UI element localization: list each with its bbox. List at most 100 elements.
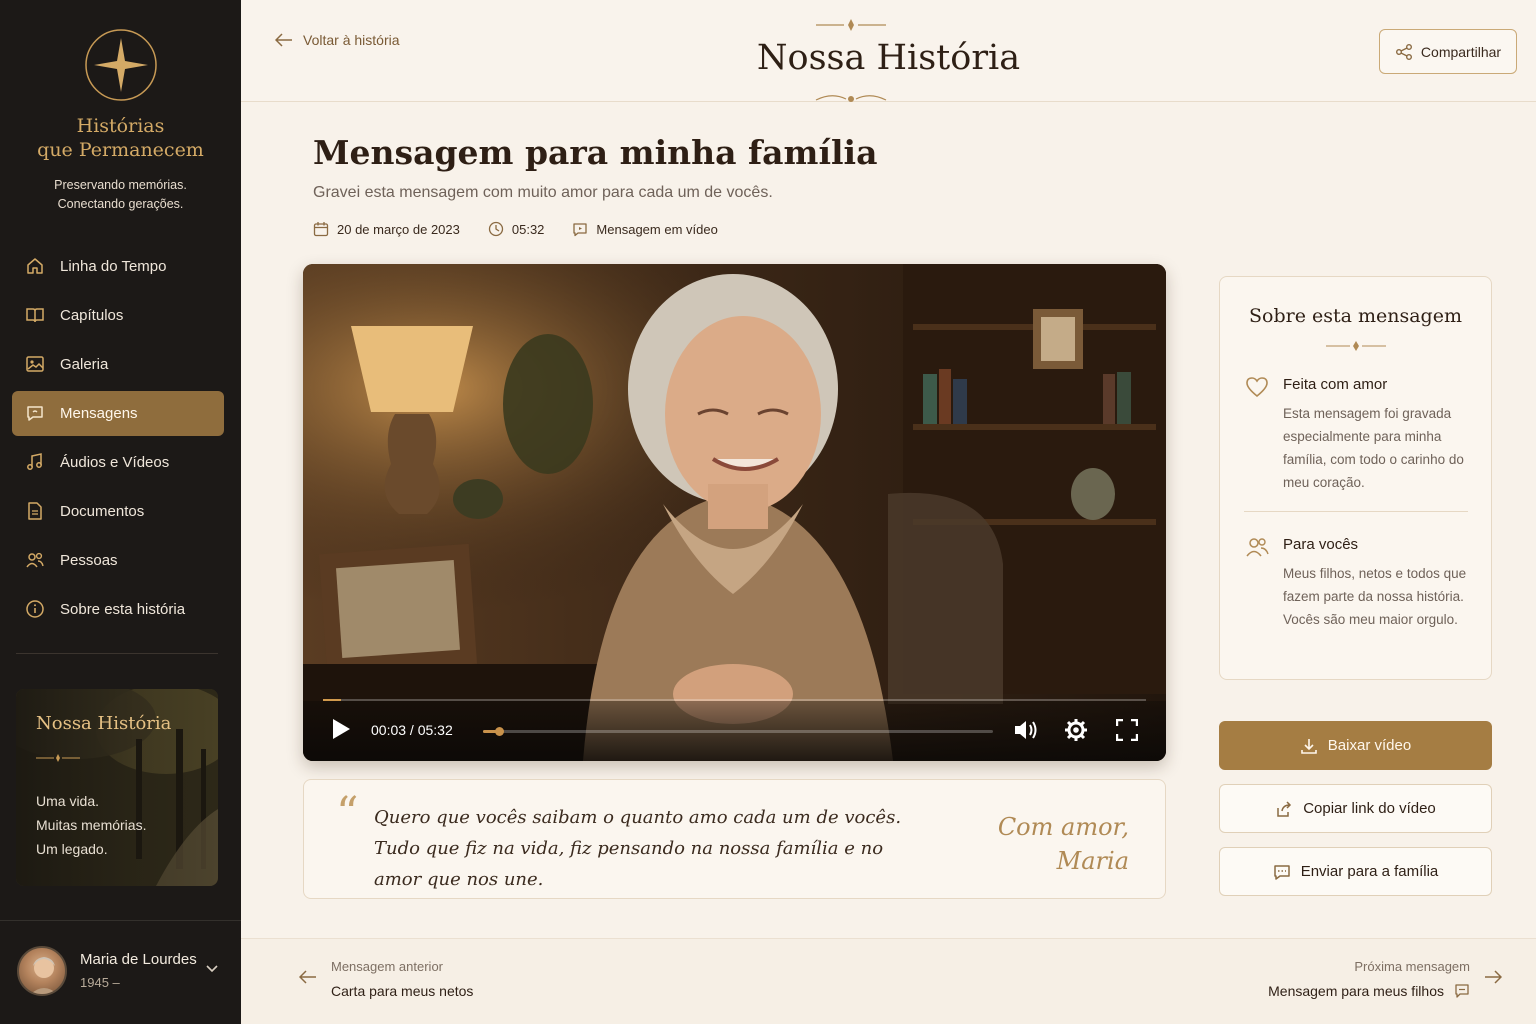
user-profile[interactable]: Maria de Lourdes 1945 – — [0, 920, 241, 1024]
share-button[interactable]: Compartilhar — [1379, 29, 1517, 74]
story-card-title: Nossa História — [36, 713, 172, 734]
video-scrubber-handle[interactable] — [495, 727, 505, 736]
ornament-bottom-icon — [815, 95, 887, 102]
copy-link-label: Copiar link do vídeo — [1303, 800, 1436, 817]
music-icon — [27, 453, 42, 470]
fullscreen-icon[interactable] — [1116, 719, 1138, 741]
about-item1-text: Esta mensagem foi gravada especialmente … — [1283, 406, 1464, 490]
header-title: Nossa História — [756, 38, 1021, 78]
quote-text: Quero que vocês saibam o quanto amo cada… — [374, 807, 902, 890]
user-years: 1945 – — [80, 975, 120, 990]
quote-signature-line1: Com amor, — [997, 813, 1129, 841]
brand-title-line2: que Permanecem — [37, 139, 204, 161]
brand-tagline-line2: Conectando gerações. — [57, 197, 184, 211]
about-item1-title: Feita com amor — [1283, 376, 1388, 393]
sidebar-item-chapters[interactable]: Capítulos — [12, 293, 224, 338]
chevron-down-icon[interactable] — [205, 964, 219, 974]
sidebar-item-people[interactable]: Pessoas — [12, 538, 224, 583]
message-icon — [27, 406, 43, 421]
video-message-icon — [573, 223, 588, 237]
video-scrubber[interactable] — [483, 727, 993, 736]
meta-type-text: Mensagem em vídeo — [596, 221, 718, 237]
calendar-icon — [313, 222, 329, 237]
info-icon — [26, 600, 44, 618]
avatar — [17, 946, 67, 996]
volume-icon[interactable] — [1013, 718, 1039, 742]
video-controls: 00:03 / 05:32 — [303, 699, 1166, 761]
meta-date: 20 de março de 2023 — [313, 221, 460, 237]
people-icon — [26, 552, 44, 568]
sidebar: Histórias que Permanecem Preservando mem… — [0, 0, 241, 1024]
sidebar-item-label: Documentos — [60, 503, 145, 520]
message-meta: 20 de março de 2023 05:32 Mensagem em ví… — [313, 221, 718, 237]
next-message-label: Próxima mensagem — [1354, 959, 1470, 974]
sidebar-item-messages[interactable]: Mensagens — [12, 391, 224, 436]
share-link-icon — [1277, 800, 1292, 817]
meta-date-text: 20 de março de 2023 — [337, 221, 460, 237]
sidebar-item-documents[interactable]: Documentos — [12, 489, 224, 534]
copy-link-button[interactable]: Copiar link do vídeo — [1219, 784, 1492, 833]
clock-icon — [488, 221, 504, 237]
home-icon — [27, 258, 43, 274]
quote-mark-icon: “ — [336, 788, 359, 839]
previous-message-label: Mensagem anterior — [331, 959, 443, 974]
meta-duration: 05:32 — [488, 221, 545, 237]
share-button-label: Compartilhar — [1420, 43, 1502, 60]
brand-tagline-line1: Preservando memórias. — [54, 178, 187, 192]
meta-type: Mensagem em vídeo — [572, 221, 718, 237]
download-video-button[interactable]: Baixar vídeo — [1219, 721, 1492, 770]
user-name: Maria de Lourdes — [80, 951, 197, 968]
sidebar-item-label: Galeria — [60, 356, 109, 373]
video-player[interactable]: 00:03 / 05:32 — [303, 264, 1166, 761]
download-icon — [1300, 738, 1317, 754]
video-frame-image — [303, 264, 1166, 761]
sidebar-item-label: Mensagens — [60, 405, 138, 422]
about-message-card: Sobre esta mensagem Feita com amor Esta … — [1219, 276, 1492, 680]
page-title: Mensagem para minha família — [313, 133, 878, 172]
sidebar-item-label: Áudios e Vídeos — [60, 454, 170, 471]
sidebar-item-label: Sobre esta história — [60, 601, 186, 618]
message-pagination: Mensagem anterior Carta para meus netos … — [241, 938, 1536, 1024]
sidebar-divider — [16, 653, 218, 654]
about-item2-text: Meus filhos, netos e todos que fazem par… — [1283, 566, 1467, 627]
settings-gear-icon[interactable] — [1064, 718, 1088, 742]
about-item2-title: Para vocês — [1283, 536, 1359, 553]
quote-signature: Com amor, Maria — [994, 810, 1129, 878]
quote-card: “ Quero que vocês saibam o quanto amo ca… — [303, 779, 1166, 899]
send-to-family-label: Enviar para a família — [1300, 863, 1439, 880]
previous-message-title: Carta para meus netos — [331, 983, 474, 999]
sidebar-item-audio-video[interactable]: Áudios e Vídeos — [12, 440, 224, 485]
arrow-right-icon[interactable] — [1484, 970, 1502, 984]
video-progress-fill — [323, 699, 342, 701]
star-logo-icon — [84, 28, 158, 102]
arrow-left-icon[interactable] — [299, 970, 317, 984]
ornament-icon — [1326, 341, 1386, 351]
next-message-title: Mensagem para meus filhos — [1268, 983, 1444, 999]
previous-message-link[interactable]: Mensagem anterior Carta para meus netos — [331, 959, 473, 999]
ornament-icon — [36, 754, 80, 762]
heart-icon — [1246, 377, 1268, 398]
sidebar-item-timeline[interactable]: Linha do Tempo — [12, 244, 224, 289]
sidebar-item-about[interactable]: Sobre esta história — [12, 587, 224, 632]
story-card[interactable]: Nossa História Uma vida. Muitas memórias… — [16, 689, 218, 886]
story-card-line2: Muitas memórias. — [36, 817, 147, 833]
sidebar-item-label: Linha do Tempo — [60, 258, 167, 275]
people-icon — [1246, 538, 1269, 557]
video-time: 00:03 / 05:32 — [371, 722, 453, 738]
book-icon — [26, 308, 44, 323]
send-to-family-button[interactable]: Enviar para a família — [1219, 847, 1492, 896]
story-card-line3: Um legado. — [36, 841, 108, 857]
chat-icon — [1273, 864, 1290, 880]
video-progress-track[interactable] — [323, 699, 1146, 701]
sidebar-nav: Linha do Tempo Capítulos Galeria Mensage… — [0, 244, 241, 632]
document-icon — [28, 502, 42, 520]
ornament-top-icon — [816, 19, 886, 31]
about-title: Sobre esta mensagem — [1249, 305, 1462, 327]
sidebar-item-label: Pessoas — [60, 552, 118, 569]
page-subtitle: Gravei esta mensagem com muito amor para… — [313, 184, 773, 201]
next-message-link[interactable]: Próxima mensagem Mensagem para meus filh… — [1268, 959, 1470, 999]
play-icon[interactable] — [331, 718, 351, 740]
sidebar-item-gallery[interactable]: Galeria — [12, 342, 224, 387]
meta-duration-text: 05:32 — [511, 221, 545, 237]
brand: Histórias que Permanecem Preservando mem… — [0, 0, 241, 214]
